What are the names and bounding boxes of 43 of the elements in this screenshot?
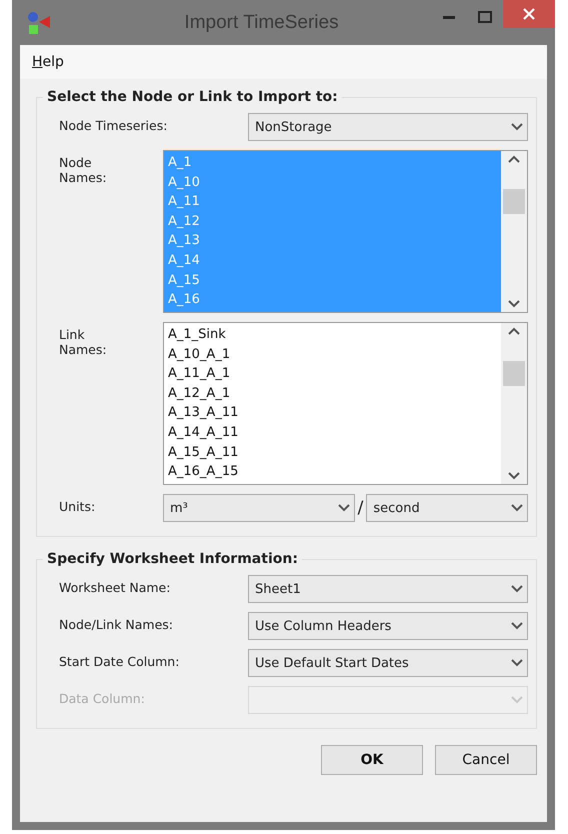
list-item[interactable]: A_15_A_11 [168,442,497,462]
menu-item[interactable]: Help [32,54,64,70]
maximize-icon [478,11,492,23]
scroll-down-icon[interactable] [508,472,520,480]
field-label: Worksheet Name: [58,579,172,595]
scroll-bar[interactable] [501,323,527,484]
close-icon [523,8,535,20]
scroll-up-icon[interactable] [508,327,520,335]
dropdown[interactable]: NonStorage [248,113,528,141]
close-button[interactable] [503,0,555,28]
minimize-icon [443,16,455,18]
list-item[interactable]: A_11_A_1 [168,364,497,384]
cancel-button[interactable]: Cancel [435,745,537,775]
field-label: Link Names: [58,326,108,357]
scroll-thumb[interactable] [503,189,525,214]
group-title: Select the Node or Link to Import to: [46,89,339,105]
list-box[interactable]: A_1_Sink A_10_A_1 A_11_A_1 A_12_A_1 A_13_A_11 A_14_A_11 A_15_A_11 A_16_A_15 [163,322,528,485]
app-icon [26,10,52,36]
list-item[interactable]: A_12_A_1 [168,384,497,404]
ok-button[interactable]: OK [321,745,423,775]
field-label: Node Timeseries: [58,117,168,133]
list-item[interactable]: A_14_A_11 [168,422,497,443]
list-item[interactable]: A_10_A_1 [168,344,497,364]
field-label: Units: [58,498,96,514]
scroll-down-icon[interactable] [508,300,520,308]
window-title: Import TimeSeries [183,12,340,34]
separator-text: / [356,497,364,518]
dropdown[interactable]: Use Default Start Dates [248,649,528,677]
scroll-up-icon[interactable] [508,155,520,163]
field-label: Start Date Column: [58,653,180,669]
dropdown[interactable]: Use Column Headers [248,612,528,640]
field-label: Data Column: [58,690,146,706]
scroll-thumb[interactable] [503,361,525,386]
list-item[interactable]: A_1_Sink [168,325,497,345]
dropdown[interactable]: m³ [163,494,355,522]
list-item[interactable]: A_13_A_11 [168,403,497,423]
scroll-bar[interactable] [501,151,527,312]
field-label: Node/Link Names: [58,616,174,632]
dropdown[interactable]: second [366,494,528,522]
group-title: Specify Worksheet Information: [46,551,299,567]
field-label: Node Names: [58,154,108,185]
dropdown[interactable]: Sheet1 [248,575,528,603]
list-item[interactable]: A_16_A_15 [168,462,497,482]
